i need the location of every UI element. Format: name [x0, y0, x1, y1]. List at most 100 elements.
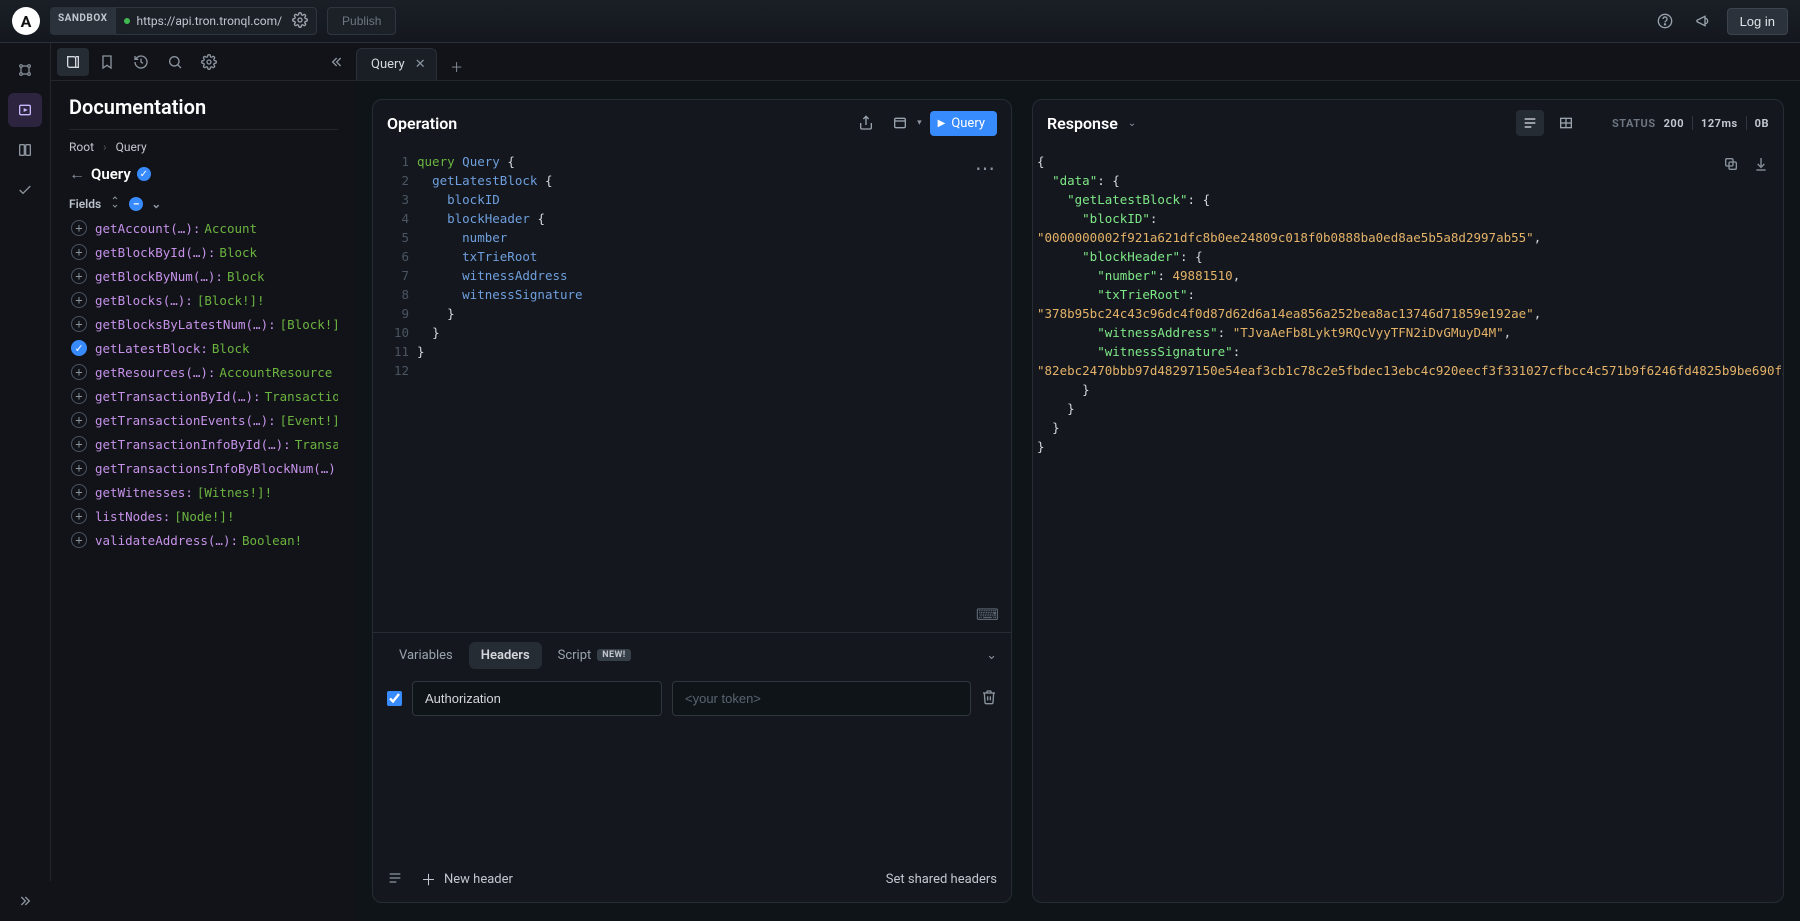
field-name: getBlockByNum — [95, 269, 193, 284]
endpoint-settings-icon[interactable] — [292, 12, 308, 31]
add-icon[interactable]: + — [71, 412, 87, 428]
publish-button[interactable]: Publish — [327, 7, 396, 35]
apollo-logo[interactable]: A — [12, 7, 40, 35]
docs-bookmark-icon[interactable] — [91, 48, 123, 76]
field-getTransactionById[interactable]: +getTransactionById(…): Transaction — [69, 385, 338, 407]
help-icon[interactable] — [1651, 7, 1679, 35]
tab-variables[interactable]: Variables — [387, 642, 465, 669]
prettify-icon[interactable] — [387, 870, 403, 890]
response-viewer[interactable]: { "data": { "getLatestBlock": { "blockID… — [1033, 146, 1783, 902]
add-icon[interactable]: + — [71, 388, 87, 404]
docs-tab-reference-icon[interactable] — [57, 48, 89, 76]
rail-schema-icon[interactable] — [8, 53, 42, 87]
field-listNodes[interactable]: +listNodes: [Node!]! — [69, 505, 338, 527]
field-getTransactionsInfoByBlockNum[interactable]: +getTransactionsInfoByBlockNum(…): — [69, 457, 338, 479]
field-type: [Block!]! — [280, 317, 338, 332]
copy-response-icon[interactable] — [1719, 152, 1743, 176]
endpoint-box[interactable]: https://api.tron.tronql.com/ — [115, 7, 317, 35]
docs-search-icon[interactable] — [159, 48, 191, 76]
set-shared-headers-button[interactable]: Set shared headers — [886, 872, 997, 887]
add-icon[interactable]: + — [71, 436, 87, 452]
field-type: Block — [212, 341, 250, 356]
fields-deselect-icon[interactable]: − — [129, 197, 143, 211]
field-type: Transaction — [265, 389, 338, 404]
back-arrow-icon[interactable]: ← — [69, 164, 85, 184]
rail-checks-icon[interactable] — [8, 173, 42, 207]
check-icon[interactable]: ✓ — [71, 340, 87, 356]
new-header-button[interactable]: ＋ New header — [421, 869, 513, 890]
field-type: Block — [227, 269, 265, 284]
field-args: (…): — [163, 293, 193, 308]
field-name: listNodes — [95, 509, 163, 524]
save-chevron-down-icon[interactable]: ▾ — [917, 118, 922, 128]
field-getBlockByNum[interactable]: +getBlockByNum(…): Block — [69, 265, 338, 287]
save-collection-icon[interactable] — [887, 110, 913, 136]
editor-gutter: 123456789101112 — [373, 146, 417, 632]
expand-bottom-icon[interactable] — [0, 881, 51, 921]
operation-more-icon[interactable]: ⋯ — [975, 156, 997, 180]
announcements-icon[interactable] — [1689, 7, 1717, 35]
add-icon[interactable]: + — [71, 460, 87, 476]
field-name: getBlocks — [95, 293, 163, 308]
field-getLatestBlock[interactable]: ✓getLatestBlock: Block — [69, 337, 338, 359]
field-getBlocks[interactable]: + getBlocks(…): [Block!]! — [69, 289, 338, 311]
header-enabled-checkbox[interactable] — [387, 691, 402, 706]
field-getBlockById[interactable]: +getBlockById(…): Block — [69, 241, 338, 263]
add-icon[interactable]: + — [71, 244, 87, 260]
header-delete-icon[interactable] — [981, 689, 997, 709]
login-button[interactable]: Log in — [1727, 8, 1788, 35]
share-icon[interactable] — [853, 110, 879, 136]
header-key-input[interactable] — [412, 681, 662, 716]
tab-add-icon[interactable]: ＋ — [443, 52, 471, 80]
run-query-button[interactable]: ▶ Query — [930, 111, 997, 136]
tab-script[interactable]: Script NEW! — [546, 642, 643, 669]
field-getTransactionEvents[interactable]: +getTransactionEvents(…): [Event!]! — [69, 409, 338, 431]
operation-editor[interactable]: query Query { getLatestBlock { blockID b… — [417, 146, 1011, 632]
tab-headers[interactable]: Headers — [469, 642, 542, 669]
field-type: [Block!]! — [197, 293, 265, 308]
response-view-table-icon[interactable] — [1552, 110, 1580, 136]
fields-chevron-down-icon[interactable]: ⌄ — [151, 197, 161, 211]
field-getResources[interactable]: +getResources(…): AccountResource — [69, 361, 338, 383]
status-code: 200 — [1664, 117, 1684, 130]
field-args: (…): — [246, 317, 276, 332]
field-getTransactionInfoById[interactable]: +getTransactionInfoById(…): TransactionI… — [69, 433, 338, 455]
new-badge: NEW! — [597, 649, 630, 661]
field-validateAddress[interactable]: +validateAddress(…): Boolean! — [69, 529, 338, 551]
tab-query[interactable]: Query ✕ — [356, 48, 437, 80]
footer-collapse-icon[interactable]: ⌄ — [986, 648, 997, 663]
docs-settings-icon[interactable] — [193, 48, 225, 76]
rail-explorer-icon[interactable] — [8, 93, 42, 127]
rail-diff-icon[interactable] — [8, 133, 42, 167]
download-response-icon[interactable] — [1749, 152, 1773, 176]
field-getAccount[interactable]: +getAccount(…): Account — [69, 217, 338, 239]
field-name: getAccount — [95, 221, 170, 236]
docs-collapse-icon[interactable] — [322, 48, 350, 76]
add-icon[interactable]: + — [71, 220, 87, 236]
crumb-current: Query — [116, 140, 147, 154]
field-getBlocksByLatestNum[interactable]: + getBlocksByLatestNum(…): [Block!]! — [69, 313, 338, 335]
add-icon[interactable]: + — [71, 292, 87, 308]
field-args: (…): — [170, 221, 200, 236]
docs-history-icon[interactable] — [125, 48, 157, 76]
tab-close-icon[interactable]: ✕ — [415, 57, 426, 72]
add-icon[interactable]: + — [71, 484, 87, 500]
header-value-input[interactable] — [672, 681, 971, 716]
add-icon[interactable]: + — [71, 532, 87, 548]
field-args: (…): — [208, 533, 238, 548]
add-icon[interactable]: + — [71, 316, 87, 332]
response-view-json-icon[interactable] — [1516, 110, 1544, 136]
add-icon[interactable]: + — [71, 268, 87, 284]
crumb-root[interactable]: Root — [69, 140, 94, 154]
field-args: (…): — [261, 437, 291, 452]
operation-title: Operation — [387, 114, 457, 133]
field-name: getBlocksByLatestNum — [95, 317, 246, 332]
field-name: getWitnesses — [95, 485, 185, 500]
fields-sort-icon[interactable] — [109, 196, 121, 211]
header-row — [387, 681, 997, 716]
keyboard-icon[interactable]: ⌨ — [976, 605, 999, 624]
add-icon[interactable]: + — [71, 364, 87, 380]
response-chevron-down-icon[interactable]: ⌄ — [1128, 118, 1136, 129]
add-icon[interactable]: + — [71, 508, 87, 524]
field-getWitnesses[interactable]: +getWitnesses: [Witnes!]! — [69, 481, 338, 503]
